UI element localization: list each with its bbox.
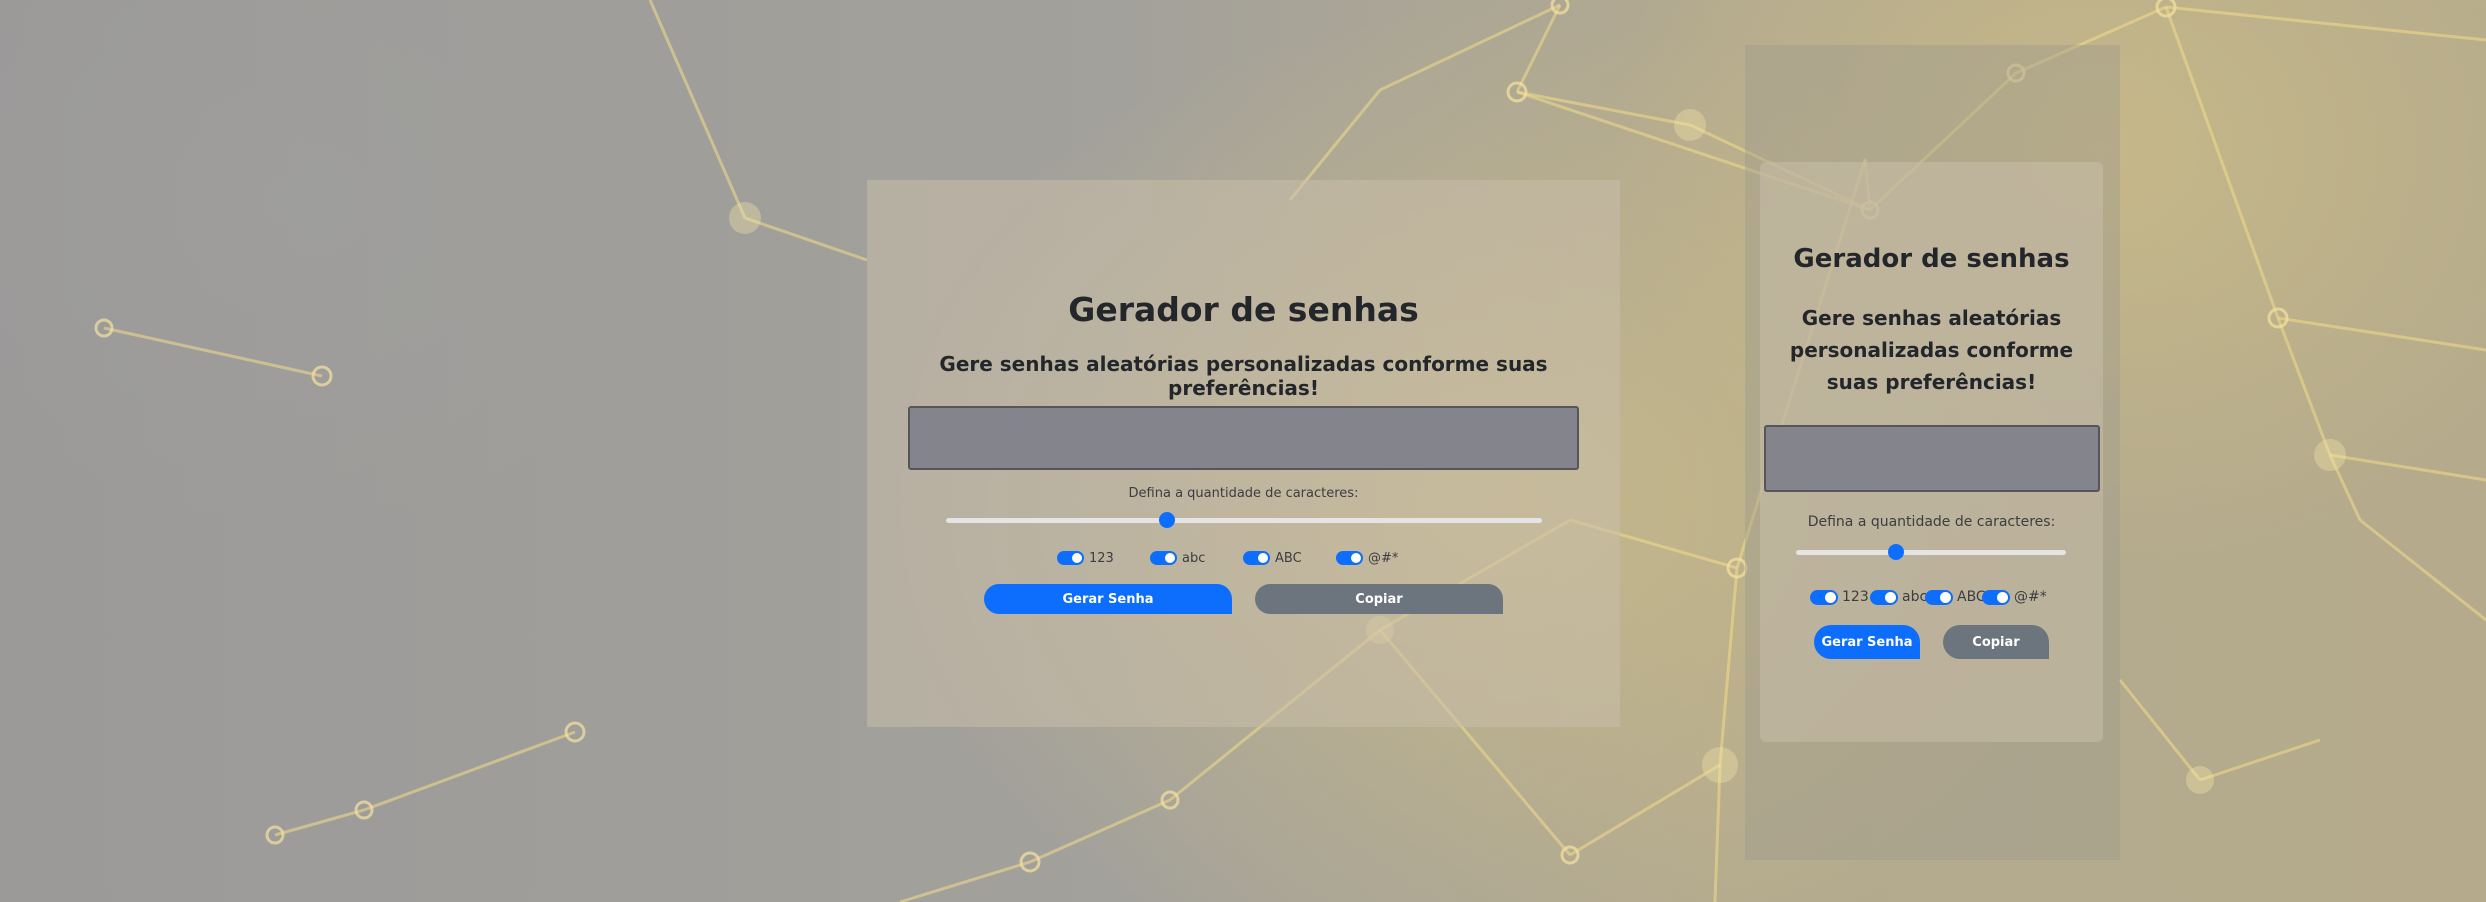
- length-slider[interactable]: [1796, 544, 2066, 560]
- toggle-switch-icon[interactable]: [1057, 551, 1084, 565]
- option-label: abc: [1902, 589, 1928, 605]
- option-numbers[interactable]: 123: [1057, 548, 1114, 568]
- length-slider-track[interactable]: [946, 518, 1542, 523]
- option-label: @#*: [1368, 550, 1399, 566]
- option-label: 123: [1842, 589, 1869, 605]
- length-label: Defina a quantidade de caracteres:: [1807, 514, 2056, 530]
- page-subtitle: Gere senhas aleatórias personalizadas co…: [1789, 306, 2074, 394]
- toggle-switch-icon[interactable]: [1150, 551, 1177, 565]
- toggle-switch-icon[interactable]: [1870, 589, 1898, 605]
- character-options: 123 abc ABC @#*: [1810, 587, 2060, 607]
- page-title: Gerador de senhas: [1793, 244, 2070, 274]
- character-options: 123 abc ABC @#*: [1057, 548, 1429, 568]
- password-output-field[interactable]: [908, 406, 1579, 470]
- toggle-switch-icon[interactable]: [1336, 551, 1363, 565]
- password-generator-card-desktop: Gerador de senhas Gere senhas aleatórias…: [867, 180, 1620, 727]
- toggle-switch-icon[interactable]: [1810, 589, 1838, 605]
- length-label: Defina a quantidade de caracteres:: [1128, 486, 1359, 501]
- option-label: @#*: [2014, 589, 2047, 605]
- page-title: Gerador de senhas: [1068, 290, 1419, 329]
- length-slider-thumb[interactable]: [1158, 512, 1175, 528]
- password-generator-card-mobile: Gerador de senhas Gere senhas aleatórias…: [1760, 162, 2103, 742]
- toggle-switch-icon[interactable]: [1982, 589, 2010, 605]
- length-slider-track[interactable]: [1796, 550, 2066, 555]
- toggle-switch-icon[interactable]: [1243, 551, 1270, 565]
- copy-password-button[interactable]: Copiar: [1255, 584, 1503, 614]
- option-numbers[interactable]: 123: [1810, 587, 1869, 607]
- generate-password-button[interactable]: Gerar Senha: [1814, 625, 1920, 659]
- option-lowercase[interactable]: abc: [1150, 548, 1205, 568]
- option-lowercase[interactable]: abc: [1870, 587, 1927, 607]
- option-symbols[interactable]: @#*: [1336, 548, 1398, 568]
- length-slider-thumb[interactable]: [1887, 544, 1904, 560]
- generate-password-button[interactable]: Gerar Senha: [984, 584, 1232, 614]
- option-label: 123: [1089, 550, 1114, 566]
- length-slider[interactable]: [946, 512, 1542, 528]
- option-label: ABC: [1275, 550, 1302, 566]
- page-subtitle: Gere senhas aleatórias personalizadas co…: [939, 352, 1548, 400]
- password-output-field[interactable]: [1764, 425, 2100, 492]
- option-label: abc: [1182, 550, 1206, 566]
- copy-password-button[interactable]: Copiar: [1943, 625, 2049, 659]
- option-uppercase[interactable]: ABC: [1925, 587, 1986, 607]
- option-symbols[interactable]: @#*: [1982, 587, 2047, 607]
- option-uppercase[interactable]: ABC: [1243, 548, 1302, 568]
- toggle-switch-icon[interactable]: [1925, 589, 1953, 605]
